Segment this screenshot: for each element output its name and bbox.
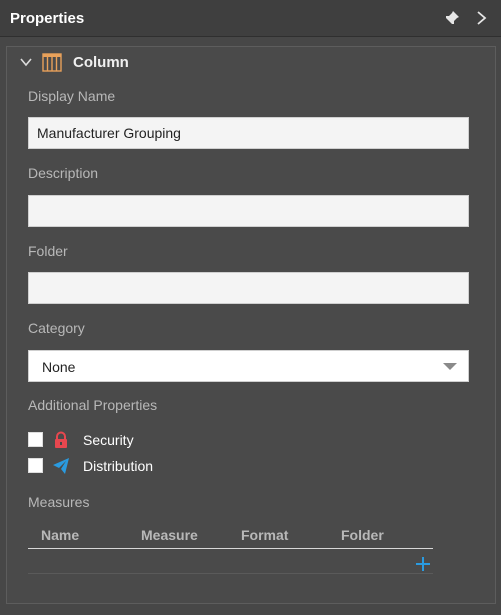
paper-plane-icon bbox=[53, 458, 69, 474]
properties-panel: Properties Column Display Name Descripti… bbox=[0, 0, 501, 615]
lock-icon bbox=[55, 431, 67, 448]
dropdown-caret-icon bbox=[443, 363, 457, 370]
pin-icon[interactable] bbox=[444, 10, 460, 26]
category-select[interactable]: None bbox=[28, 350, 469, 382]
display-name-input[interactable] bbox=[28, 117, 469, 149]
category-label: Category bbox=[28, 320, 85, 336]
measures-header-divider bbox=[28, 548, 433, 549]
security-label: Security bbox=[83, 432, 134, 448]
panel-title: Properties bbox=[10, 10, 85, 27]
measures-column-header[interactable]: Measure bbox=[141, 527, 198, 543]
additional-properties-label: Additional Properties bbox=[28, 397, 158, 413]
column-icon bbox=[42, 53, 62, 72]
chevron-down-icon[interactable] bbox=[19, 55, 33, 69]
distribution-checkbox[interactable] bbox=[28, 458, 43, 473]
measures-footer-divider bbox=[28, 573, 433, 574]
measures-column-header[interactable]: Folder bbox=[341, 527, 384, 543]
distribution-label: Distribution bbox=[83, 458, 154, 474]
description-label: Description bbox=[28, 165, 99, 181]
measures-column-header[interactable]: Format bbox=[241, 527, 288, 543]
folder-input[interactable] bbox=[28, 272, 469, 304]
panel-header: Properties bbox=[0, 0, 501, 37]
measures-column-header[interactable]: Name bbox=[41, 527, 79, 543]
security-checkbox[interactable] bbox=[28, 432, 43, 447]
display-name-label: Display Name bbox=[28, 88, 116, 104]
description-input[interactable] bbox=[28, 195, 469, 227]
group-title: Column bbox=[73, 54, 129, 71]
chevron-right-icon[interactable] bbox=[475, 10, 489, 26]
plus-icon[interactable] bbox=[415, 556, 431, 572]
measures-label: Measures bbox=[28, 494, 90, 510]
folder-label: Folder bbox=[28, 243, 68, 259]
category-select-value: None bbox=[42, 359, 76, 375]
